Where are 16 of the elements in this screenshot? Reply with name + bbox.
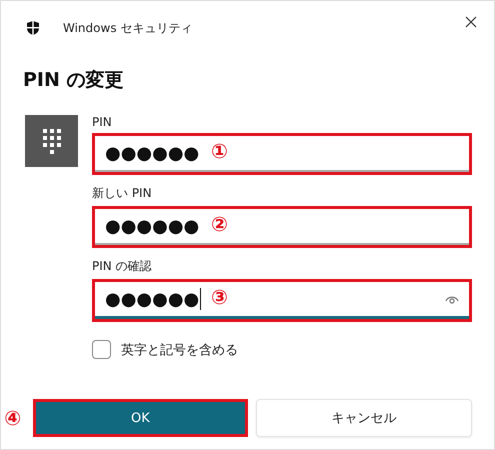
shield-icon: [25, 20, 41, 36]
annotation-number: ②: [211, 212, 228, 236]
checkbox-label: 英字と記号を含める: [121, 342, 238, 358]
dialog-heading: PIN の変更: [23, 68, 125, 93]
eye-icon[interactable]: [445, 294, 459, 304]
checkbox[interactable]: [92, 340, 111, 359]
keypad-icon: [25, 115, 78, 167]
field-label: 新しい PIN: [92, 185, 153, 202]
annotation-number: ③: [211, 285, 228, 309]
cancel-button[interactable]: キャンセル: [256, 399, 472, 437]
window-title: Windows セキュリティ: [63, 20, 194, 36]
field-label: PIN の確認: [92, 258, 153, 275]
ok-button[interactable]: OK: [32, 399, 248, 437]
field-label: PIN: [92, 115, 113, 129]
annotation-number: ④: [3, 406, 22, 430]
annotation-number: ①: [211, 139, 228, 163]
